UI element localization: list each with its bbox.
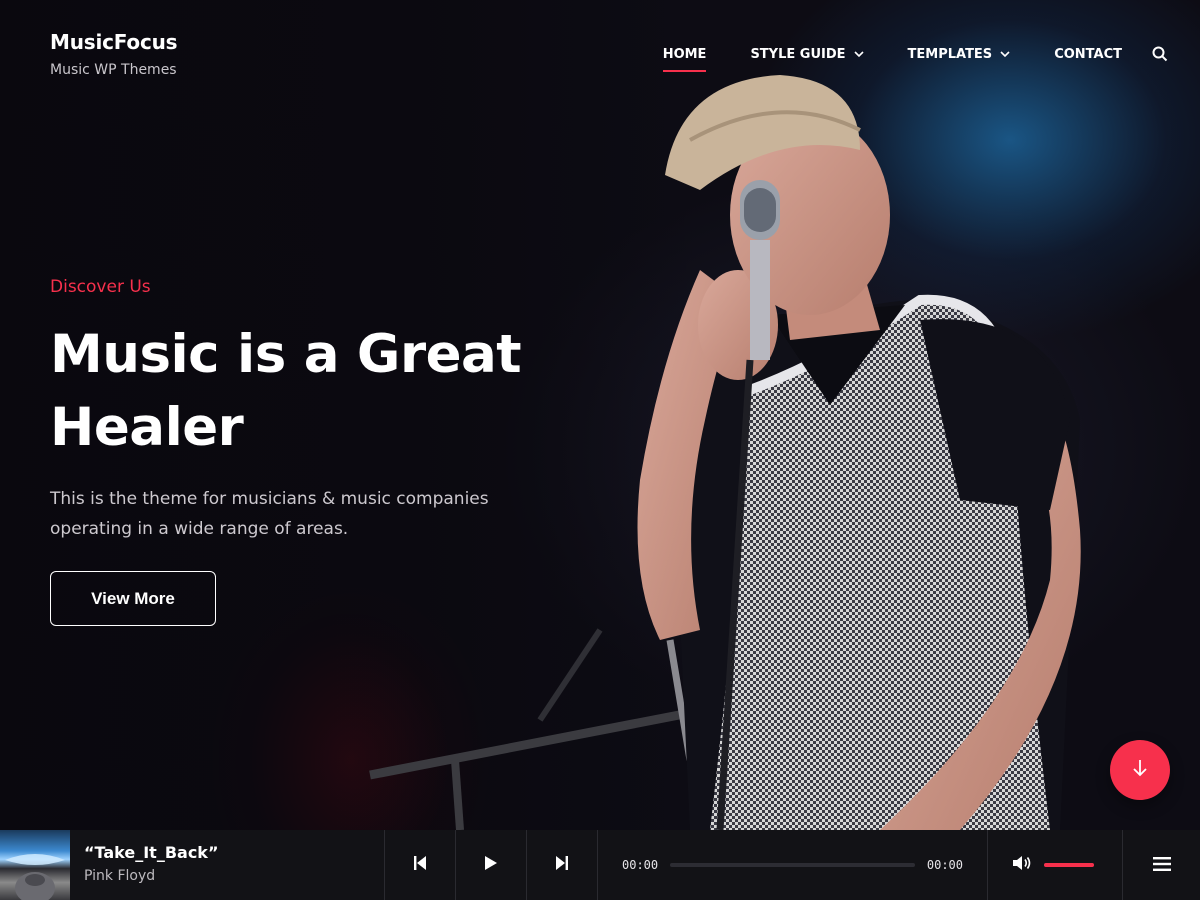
album-cover — [0, 830, 70, 900]
volume-fill — [1044, 863, 1094, 867]
chevron-down-icon — [1000, 50, 1010, 58]
skip-back-icon — [413, 855, 427, 875]
play-icon — [484, 855, 498, 875]
chevron-down-icon — [853, 50, 864, 58]
search-icon[interactable] — [1152, 46, 1168, 62]
nav-item-templates-label: TEMPLATES — [907, 46, 993, 62]
track-title: “Take_It_Back” — [84, 843, 219, 862]
progress-bar[interactable] — [670, 863, 915, 867]
hero-eyebrow: Discover Us — [50, 277, 151, 297]
site-brand[interactable]: MusicFocus Music WP Themes — [50, 30, 178, 78]
view-more-button[interactable]: View More — [50, 571, 216, 626]
playback-timeline: 00:00 00:00 — [598, 830, 988, 900]
next-track-button[interactable] — [527, 830, 598, 900]
nav-item-contact[interactable]: CONTACT — [1054, 47, 1122, 62]
nav-item-style-guide-label: STYLE GUIDE — [750, 46, 846, 62]
playlist-menu-button[interactable] — [1123, 830, 1200, 900]
main-navigation: HOME STYLE GUIDE TEMPLATES CONTACT — [662, 46, 1168, 72]
arrow-down-icon — [1131, 758, 1149, 782]
nav-item-home-label: HOME — [662, 46, 707, 62]
play-button[interactable] — [456, 830, 527, 900]
current-time: 00:00 — [622, 858, 659, 872]
hero-description: This is the theme for musicians & music … — [50, 489, 489, 539]
hero-headline: Music is a Great Healer — [50, 324, 522, 458]
nav-item-home[interactable]: HOME — [662, 46, 707, 72]
skip-forward-icon — [555, 855, 569, 875]
track-artist: Pink Floyd — [84, 868, 156, 884]
hero-section: MusicFocus Music WP Themes HOME STYLE GU… — [0, 0, 1200, 830]
menu-icon — [1152, 856, 1171, 875]
nav-item-style-guide[interactable]: STYLE GUIDE — [750, 46, 864, 62]
site-title[interactable]: MusicFocus — [50, 30, 178, 54]
audio-player: “Take_It_Back” Pink Floyd 00:00 00:00 — [0, 830, 1200, 900]
volume-slider[interactable] — [1044, 863, 1094, 867]
previous-track-button[interactable] — [385, 830, 456, 900]
track-info: “Take_It_Back” Pink Floyd — [70, 830, 385, 900]
volume-icon[interactable] — [1012, 855, 1032, 875]
site-tagline: Music WP Themes — [50, 62, 177, 78]
scroll-down-button[interactable] — [1110, 740, 1170, 800]
volume-control — [988, 830, 1123, 900]
duration: 00:00 — [926, 858, 963, 872]
nav-item-contact-label: CONTACT — [1054, 46, 1122, 62]
nav-item-templates[interactable]: TEMPLATES — [908, 47, 1011, 62]
